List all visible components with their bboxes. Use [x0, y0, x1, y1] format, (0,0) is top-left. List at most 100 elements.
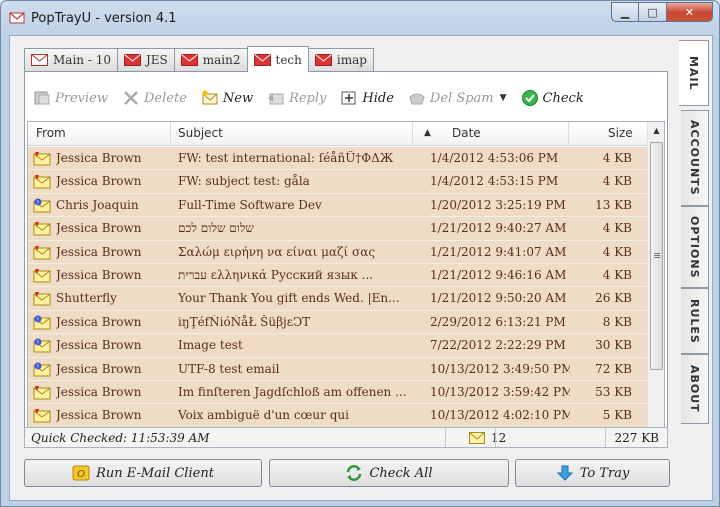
- new-mail-icon: [33, 409, 51, 423]
- tab-label: imap: [336, 53, 367, 67]
- side-tab-rules[interactable]: RULES: [681, 288, 709, 354]
- chevron-down-icon[interactable]: ▼: [500, 93, 507, 103]
- important-mail-icon: !: [33, 315, 51, 330]
- check-refresh-icon: [521, 90, 538, 106]
- row-subject: UTF-8 test email: [178, 361, 280, 376]
- scroll-up-arrow[interactable]: ▲: [648, 122, 664, 139]
- hide-icon: [341, 91, 356, 105]
- column-date[interactable]: Date: [452, 126, 481, 140]
- table-row[interactable]: Jessica Brown FW: test international: ſéå…: [28, 147, 648, 171]
- table-row[interactable]: ! Jessica Brown Image test 7/22/2012 2:22:2…: [28, 334, 648, 358]
- side-tab-about[interactable]: ABOUT: [681, 354, 709, 424]
- row-subject: Voix ambiguë d'un cœur qui: [178, 408, 349, 423]
- toolbar: Preview Delete New Reply Hide Del Spam ▼…: [33, 86, 598, 110]
- column-from[interactable]: From: [36, 126, 66, 140]
- new-mail-icon: [33, 268, 51, 283]
- row-from: Chris Joaquin: [56, 197, 139, 212]
- tab-main2[interactable]: main2: [173, 48, 248, 71]
- row-subject: Im finſteren Jagdſchloß am offenen ...: [178, 384, 407, 399]
- important-mail-icon: !: [33, 198, 51, 213]
- column-subject[interactable]: Subject: [178, 126, 223, 140]
- table-row[interactable]: Jessica Brown שלום שלום לכם 1/21/2012 9:40…: [28, 217, 648, 241]
- to-tray-button[interactable]: To Tray: [515, 459, 670, 487]
- side-tab-accounts[interactable]: ACCOUNTS: [681, 110, 709, 206]
- new-mail-icon: [33, 175, 51, 189]
- scroll-thumb[interactable]: [650, 142, 663, 370]
- table-row[interactable]: ! Jessica Brown UTF-8 test email 10/13/2012…: [28, 357, 648, 381]
- row-from: Jessica Brown: [56, 267, 142, 282]
- table-row[interactable]: Jessica Brown FW: subject test: gåla 1/4/2…: [28, 170, 648, 194]
- side-tab-options[interactable]: OPTIONS: [681, 206, 709, 288]
- hide-button[interactable]: Hide: [340, 89, 394, 107]
- tab-label: Main - 10: [53, 53, 111, 67]
- client-area: Main - 10 JES main2 tech imap Preview De…: [9, 35, 713, 501]
- row-from: Jessica Brown: [56, 151, 142, 165]
- new-mail-icon: [202, 90, 218, 105]
- row-size: 5 KB: [602, 408, 632, 423]
- row-from: Jessica Brown: [56, 408, 142, 423]
- reply-button[interactable]: Reply: [267, 89, 326, 107]
- important-mail-icon: !: [33, 362, 51, 377]
- row-size: 8 KB: [602, 314, 632, 329]
- svg-text:O: O: [77, 469, 85, 480]
- side-tab-mail[interactable]: MAIL: [679, 40, 709, 106]
- table-row[interactable]: Jessica Brown עברית ελληνικά Русский язык…: [28, 263, 648, 288]
- row-subject: Your Thank You gift ends Wed. |En...: [178, 291, 400, 306]
- svg-text:!: !: [37, 199, 39, 206]
- preview-button[interactable]: Preview: [33, 89, 108, 107]
- reply-icon: [268, 93, 284, 105]
- sort-ascending-icon: ▲: [424, 128, 431, 138]
- envelope-icon: [314, 54, 332, 66]
- minimize-button[interactable]: ▁: [611, 2, 639, 22]
- row-subject: Image test: [178, 338, 243, 353]
- tab-tech[interactable]: tech: [246, 46, 309, 72]
- mail-panel: Preview Delete New Reply Hide Del Spam ▼…: [24, 71, 668, 447]
- down-arrow-icon: [556, 465, 573, 481]
- new-mail-icon: [33, 385, 51, 400]
- delete-button[interactable]: Delete: [122, 89, 187, 107]
- new-button[interactable]: New: [201, 89, 253, 107]
- vertical-scrollbar[interactable]: ▲ ▼: [647, 122, 664, 445]
- table-row[interactable]: Shutterfly Your Thank You gift ends Wed. …: [28, 287, 648, 311]
- table-row[interactable]: ! Chris Joaquin Full-Time Software Dev 1/20…: [28, 193, 648, 218]
- close-button[interactable]: ✕: [667, 2, 713, 22]
- spam-icon: [409, 93, 425, 105]
- svg-text:!: !: [37, 316, 39, 323]
- table-row[interactable]: ! Jessica Brown iŋŢéfŃióŃåŁ ŠüβjεϽT 2/29/20…: [28, 310, 648, 335]
- important-mail-icon: !: [33, 338, 51, 353]
- table-row[interactable]: Jessica Brown Im finſteren Jagdſchloß am…: [28, 380, 648, 405]
- table-row[interactable]: Jessica Brown Voix ambiguë d'un cœur qui 1…: [28, 404, 648, 428]
- run-email-client-button[interactable]: O Run E-Mail Client: [24, 459, 262, 487]
- row-size: 30 KB: [595, 338, 632, 353]
- row-size: 4 KB: [602, 221, 632, 236]
- tab-imap[interactable]: imap: [307, 48, 374, 71]
- row-date: 1/21/2012 9:41:07 AM: [430, 244, 567, 259]
- title-bar[interactable]: PopTrayU - version 4.1 ▁ □ ✕: [1, 1, 719, 35]
- column-size[interactable]: Size: [608, 126, 633, 140]
- table-row[interactable]: Jessica Brown Σαλώμ ειρήνη να είναι μαζί …: [28, 240, 648, 264]
- tab-label: JES: [145, 53, 168, 67]
- new-mail-icon: [33, 245, 51, 260]
- row-date: 1/20/2012 3:25:19 PM: [430, 197, 566, 212]
- last-checked-text: Quick Checked: 11:53:39 AM: [31, 431, 210, 445]
- row-subject: שלום שלום לכם: [178, 221, 254, 236]
- tab-label: main2: [202, 53, 241, 67]
- svg-text:!: !: [37, 363, 39, 370]
- refresh-icon: [347, 465, 362, 481]
- row-date: 2/29/2012 6:13:21 PM: [430, 314, 566, 329]
- delete-x-icon: [124, 91, 138, 105]
- message-count: 12: [469, 431, 506, 445]
- del-spam-button[interactable]: Del Spam ▼: [408, 89, 507, 107]
- mail-list[interactable]: From Subject ▲ Date Size Jessica Brown FW…: [27, 121, 665, 446]
- check-button[interactable]: Check: [521, 89, 584, 107]
- row-subject: FW: test international: ſéåñÜ†ΦΔЖ: [178, 151, 394, 165]
- maximize-button[interactable]: □: [639, 2, 667, 22]
- row-size: 72 KB: [595, 361, 632, 376]
- row-date: 1/4/2012 4:53:06 PM: [430, 151, 559, 165]
- tab-main-10[interactable]: Main - 10: [24, 48, 118, 71]
- check-all-button[interactable]: Check All: [269, 459, 509, 487]
- row-date: 10/13/2012 3:59:42 PM: [430, 384, 570, 399]
- account-tabs: Main - 10 JES main2 tech imap: [24, 46, 374, 72]
- row-date: 1/21/2012 9:50:20 AM: [430, 291, 567, 306]
- tab-jes[interactable]: JES: [116, 48, 175, 71]
